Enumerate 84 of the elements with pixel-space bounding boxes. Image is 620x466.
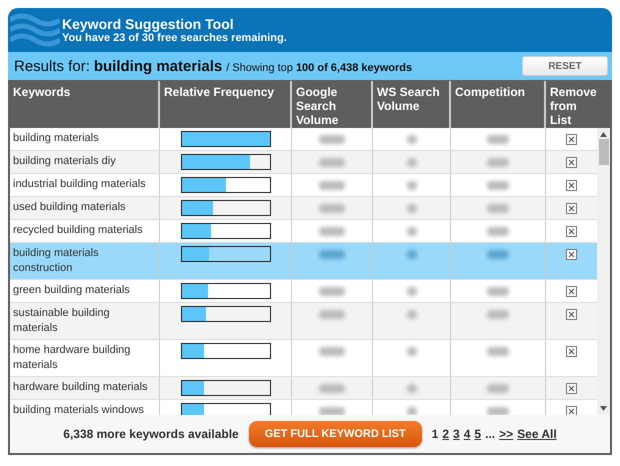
keyword-cell-text: building materials diy: [12, 154, 117, 169]
remove-checkbox-icon[interactable]: [566, 286, 577, 297]
blurred-value: [406, 135, 416, 144]
blurred-value: [406, 384, 416, 393]
keyword-cell-text: building materials construction: [12, 246, 100, 276]
results-label: Results for:: [14, 58, 90, 74]
page-ellipsis: ...: [485, 427, 496, 441]
blurred-value: [487, 310, 509, 319]
keyword-cell-text: hardware building materials: [12, 380, 149, 395]
keyword-cell-text: green building materials: [12, 283, 131, 298]
table-row[interactable]: building materials construction: [10, 243, 597, 280]
blurred-value: [406, 227, 416, 236]
keyword-cell-text: sustainable building materials: [12, 306, 111, 336]
next-link[interactable]: >>: [499, 427, 514, 441]
table-row[interactable]: sustainable building materials: [10, 303, 597, 340]
blurred-value: [487, 158, 509, 167]
more-keywords-text: 6,338 more keywords available: [63, 427, 239, 441]
tool-title: Keyword Suggestion Tool: [62, 16, 235, 32]
blurred-value: [487, 135, 509, 144]
results-summary: / Showing top 100 of 6,438 keywords: [226, 62, 412, 74]
scrollbar-thumb[interactable]: [598, 139, 608, 165]
blurred-value: [406, 310, 416, 319]
table-row[interactable]: building materials: [10, 128, 597, 151]
search-query: building materials: [94, 58, 222, 74]
remove-checkbox-icon[interactable]: [566, 157, 577, 168]
keyword-cell-text: building materials windows: [12, 403, 145, 415]
blurred-value: [319, 227, 345, 236]
blurred-value: [319, 347, 345, 356]
remove-checkbox-icon[interactable]: [566, 309, 577, 320]
blurred-value: [319, 384, 345, 393]
remove-checkbox-icon[interactable]: [566, 383, 577, 394]
searches-remaining: You have 23 of 30 free searches remaining.: [62, 32, 287, 44]
blurred-value: [406, 287, 416, 296]
blurred-value: [406, 204, 416, 213]
blurred-value: [487, 347, 509, 356]
page-link[interactable]: 4: [464, 427, 470, 441]
page-link[interactable]: 1: [432, 427, 438, 441]
blurred-value: [319, 158, 345, 167]
blurred-value: [406, 250, 416, 259]
keyword-cell-text: used building materials: [12, 200, 127, 215]
remove-checkbox-icon[interactable]: [566, 180, 577, 191]
blurred-value: [406, 181, 416, 190]
table-row[interactable]: green building materials: [10, 280, 597, 303]
table-row[interactable]: industrial building materials: [10, 174, 597, 197]
blurred-value: [319, 250, 345, 259]
reset-button[interactable]: RESET: [522, 56, 608, 76]
blurred-value: [487, 204, 509, 213]
scroll-down-icon[interactable]: [600, 406, 607, 411]
blurred-value: [406, 407, 416, 415]
blurred-value: [319, 135, 345, 144]
blurred-value: [487, 227, 509, 236]
page-link[interactable]: 5: [474, 427, 482, 441]
blurred-value: [487, 407, 509, 415]
blurred-value: [487, 287, 509, 296]
keyword-cell-text: industrial building materials: [12, 177, 147, 192]
blurred-value: [319, 204, 345, 213]
keyword-cell-text: building materials: [12, 131, 100, 146]
blurred-value: [487, 384, 509, 393]
keyword-cell-text: recycled building materials: [12, 223, 144, 238]
blurred-value: [406, 347, 416, 356]
blurred-value: [406, 158, 416, 167]
remove-checkbox-icon[interactable]: [566, 406, 577, 415]
page-link[interactable]: 2: [442, 427, 450, 441]
blurred-value: [487, 181, 509, 190]
remove-checkbox-icon[interactable]: [566, 226, 577, 237]
remove-checkbox-icon[interactable]: [566, 134, 577, 145]
keyword-cell-text: home hardware building materials: [12, 343, 132, 373]
blurred-value: [319, 310, 345, 319]
remove-checkbox-icon[interactable]: [566, 346, 577, 357]
blurred-value: [487, 250, 509, 259]
table-row[interactable]: building materials diy: [10, 151, 597, 174]
page-link[interactable]: 3: [453, 427, 460, 441]
see-all-link[interactable]: See All: [517, 427, 557, 441]
column-header: Keywords: [12, 84, 72, 101]
table-row[interactable]: recycled building materials: [10, 220, 597, 243]
remove-checkbox-icon[interactable]: [566, 249, 577, 260]
blurred-value: [319, 181, 345, 190]
table-row[interactable]: used building materials: [10, 197, 597, 220]
table-row[interactable]: home hardware building materials: [10, 340, 597, 377]
blurred-value: [319, 407, 345, 415]
table-row[interactable]: hardware building materials: [10, 377, 597, 400]
remove-checkbox-icon[interactable]: [566, 203, 577, 214]
blurred-value: [319, 287, 345, 296]
scroll-up-icon[interactable]: [600, 132, 607, 137]
